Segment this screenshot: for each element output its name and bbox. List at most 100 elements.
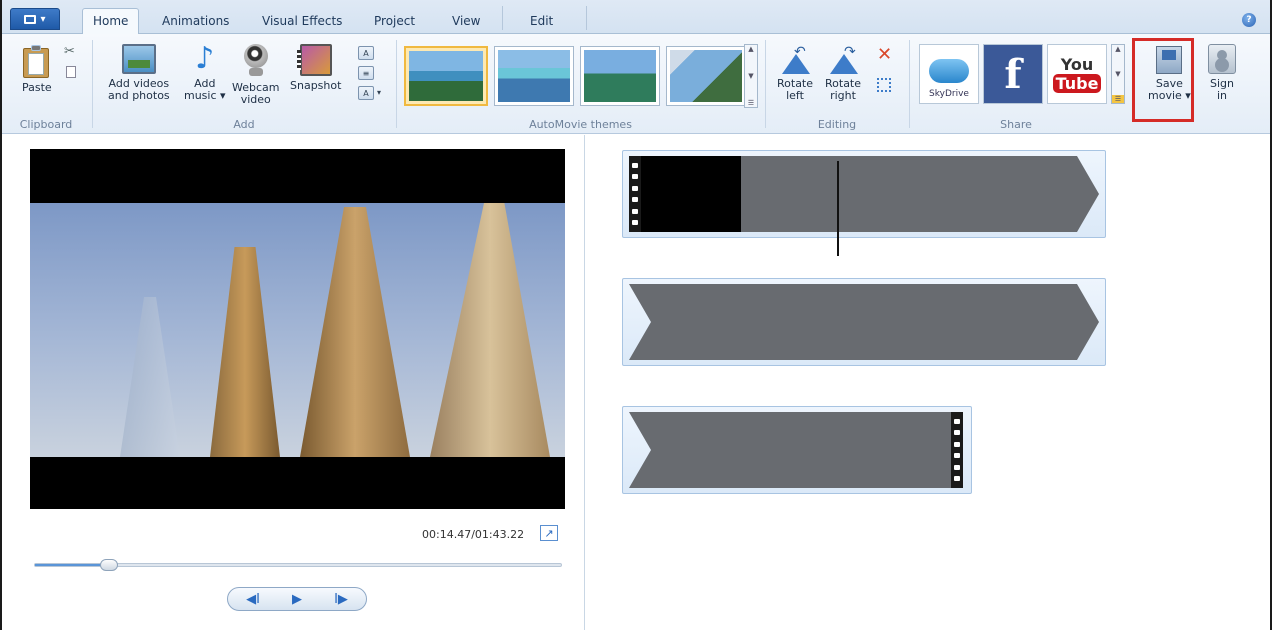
tab-animations[interactable]: Animations bbox=[156, 12, 235, 34]
credits-dropdown-icon[interactable]: ▾ bbox=[377, 88, 381, 97]
tab-project[interactable]: Project bbox=[368, 12, 421, 34]
tab-view[interactable]: View bbox=[446, 12, 486, 34]
tab-separator bbox=[502, 6, 503, 30]
application-menu-button[interactable]: ▾ bbox=[10, 8, 60, 30]
theme-preview-image bbox=[409, 51, 483, 101]
storyboard bbox=[586, 135, 1270, 630]
add-group: Add videos and photos ♪ Add music ▾ Webc… bbox=[94, 34, 394, 134]
paste-button[interactable]: Paste bbox=[22, 44, 52, 94]
copy-icon[interactable] bbox=[66, 66, 76, 78]
share-group-label: Share bbox=[1000, 118, 1032, 131]
title-icon[interactable]: A bbox=[358, 46, 374, 60]
dropdown-arrow-icon: ▾ bbox=[40, 13, 46, 25]
snapshot-label: Snapshot bbox=[290, 79, 342, 92]
rotate-right-button[interactable]: ↷ Rotate right bbox=[825, 45, 862, 102]
add-videos-button[interactable]: Add videos and photos bbox=[108, 44, 170, 102]
add-videos-label: Add videos and photos bbox=[108, 77, 170, 102]
remove-icon[interactable]: ✕ bbox=[877, 44, 892, 65]
youtube-logo-you: You bbox=[1060, 55, 1094, 74]
rotate-left-button[interactable]: ↶ Rotate left bbox=[777, 45, 814, 102]
storyboard-clip[interactable] bbox=[622, 406, 972, 494]
snapshot-button[interactable]: Snapshot bbox=[290, 44, 341, 92]
themes-scroll[interactable]: ▲ ▼ ☰ bbox=[744, 44, 758, 108]
seek-bar-progress bbox=[35, 564, 109, 566]
scroll-up-icon[interactable]: ▲ bbox=[1115, 45, 1120, 53]
clip-thumbnail bbox=[641, 156, 741, 232]
skydrive-label: SkyDrive bbox=[929, 89, 969, 99]
expand-gallery-icon[interactable]: ☰ bbox=[1112, 95, 1124, 103]
editing-group-label: Editing bbox=[817, 118, 857, 131]
help-icon[interactable]: ? bbox=[1242, 13, 1256, 27]
scroll-down-icon[interactable]: ▼ bbox=[1115, 70, 1120, 78]
caption-icon[interactable]: ≡ bbox=[358, 66, 374, 80]
select-all-icon[interactable] bbox=[877, 78, 891, 92]
facebook-logo-icon: f bbox=[1004, 50, 1022, 98]
facebook-button[interactable]: f bbox=[983, 44, 1043, 104]
clip-frames bbox=[641, 156, 1077, 232]
clip-arrow-icon bbox=[1077, 284, 1099, 360]
music-note-icon: ♪ bbox=[195, 41, 215, 76]
rotate-left-icon: ↶ bbox=[778, 45, 812, 74]
youtube-button[interactable]: You Tube bbox=[1047, 44, 1107, 104]
skydrive-cloud-icon bbox=[929, 59, 969, 83]
video-preview[interactable] bbox=[30, 149, 565, 509]
paste-icon bbox=[22, 44, 51, 78]
theme-thumbnail[interactable] bbox=[580, 46, 660, 106]
theme-thumbnail[interactable] bbox=[666, 46, 746, 106]
save-movie-button[interactable]: Save movie ▾ bbox=[1148, 46, 1191, 102]
tab-home[interactable]: Home bbox=[82, 8, 140, 35]
rotate-right-label: Rotate right bbox=[825, 77, 862, 102]
themes-group: ▲ ▼ ☰ AutoMovie themes bbox=[398, 34, 763, 134]
previous-frame-button[interactable]: ◀Ⅰ bbox=[234, 592, 272, 607]
sign-in-label: Sign in bbox=[1210, 77, 1234, 102]
themes-group-label: AutoMovie themes bbox=[529, 118, 632, 131]
credits-icon[interactable]: A bbox=[358, 86, 374, 100]
tab-edit[interactable]: Edit bbox=[524, 12, 559, 34]
youtube-logo-tube: Tube bbox=[1052, 74, 1102, 93]
tab-visual-effects[interactable]: Visual Effects bbox=[256, 12, 348, 34]
expand-gallery-icon[interactable]: ☰ bbox=[748, 99, 754, 107]
scroll-down-icon[interactable]: ▼ bbox=[748, 72, 753, 80]
tab-separator bbox=[586, 6, 587, 30]
seek-bar[interactable] bbox=[34, 559, 562, 571]
webcam-video-label: Webcam video bbox=[232, 81, 280, 106]
next-frame-button[interactable]: Ⅰ▶ bbox=[322, 592, 360, 607]
clip-frames bbox=[629, 284, 1077, 360]
save-movie-label: Save movie ▾ bbox=[1148, 77, 1191, 102]
popout-preview-icon[interactable]: ↗ bbox=[540, 525, 558, 541]
clip-frames bbox=[629, 412, 951, 488]
theme-thumbnail[interactable] bbox=[404, 46, 488, 106]
clipboard-group-label: Clipboard bbox=[19, 118, 73, 131]
add-music-button[interactable]: ♪ Add music ▾ bbox=[184, 44, 226, 102]
storyboard-clip[interactable] bbox=[622, 278, 1106, 366]
storyboard-clip[interactable] bbox=[622, 150, 1106, 256]
clipboard-group: Paste ✂ Clipboard bbox=[2, 34, 90, 134]
group-separator bbox=[396, 40, 397, 128]
theme-thumbnail[interactable] bbox=[494, 46, 574, 106]
cut-icon[interactable]: ✂ bbox=[64, 44, 75, 59]
group-separator bbox=[909, 40, 910, 128]
scroll-up-icon[interactable]: ▲ bbox=[748, 45, 753, 53]
skydrive-button[interactable]: SkyDrive bbox=[919, 44, 979, 104]
group-separator bbox=[92, 40, 93, 128]
theme-preview-image bbox=[670, 50, 742, 102]
theme-preview-image bbox=[584, 50, 656, 102]
webcam-video-button[interactable]: Webcam video bbox=[232, 44, 280, 106]
add-group-label: Add bbox=[233, 118, 255, 131]
preview-pane: 00:14.47/01:43.22 ↗ ◀Ⅰ ▶ Ⅰ▶ bbox=[2, 135, 585, 630]
filmstrip-end-icon bbox=[951, 412, 963, 488]
group-separator bbox=[765, 40, 766, 128]
sign-in-button[interactable]: Sign in bbox=[1208, 44, 1236, 102]
playhead-indicator[interactable] bbox=[837, 161, 839, 256]
share-scroll[interactable]: ▲ ▼ ☰ bbox=[1111, 44, 1125, 104]
play-button[interactable]: ▶ bbox=[278, 592, 316, 607]
transport-controls: ◀Ⅰ ▶ Ⅰ▶ bbox=[227, 587, 367, 611]
snapshot-icon bbox=[296, 44, 332, 76]
app-window: ▾ Home Animations Visual Effects Project… bbox=[0, 0, 1272, 630]
add-videos-icon bbox=[121, 44, 156, 74]
rotate-left-label: Rotate left bbox=[777, 77, 814, 102]
rotate-right-icon: ↷ bbox=[826, 45, 860, 74]
seek-bar-thumb[interactable] bbox=[99, 559, 118, 571]
theme-preview-image bbox=[498, 50, 570, 102]
editing-group: ↶ Rotate left ↷ Rotate right ✕ Editing bbox=[767, 34, 907, 134]
